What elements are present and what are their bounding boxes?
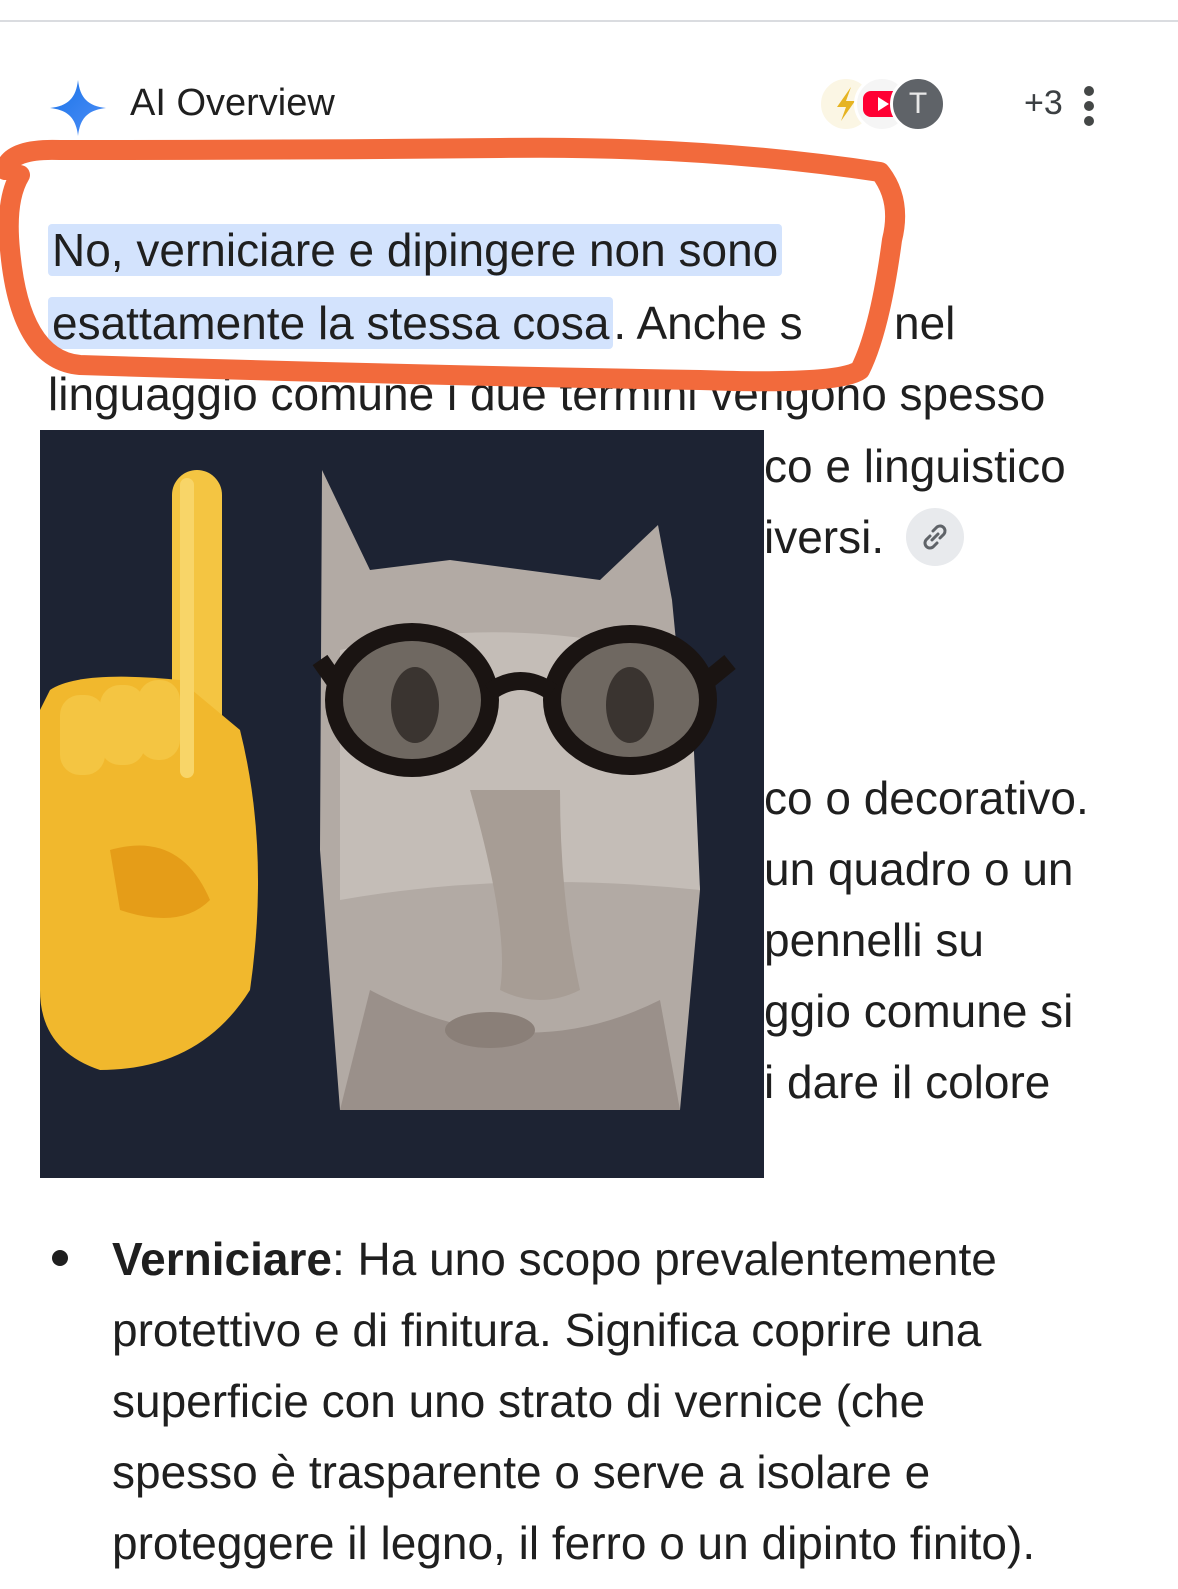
text-fragment: iversi.: [764, 511, 885, 563]
answer-line-2: esattamente la stessa cosa. Anche s: [48, 288, 803, 359]
bullet-point: [52, 1250, 68, 1266]
meme-overlay-image: [40, 430, 764, 1178]
answer-line-1: No, verniciare e dipingere non sono: [48, 215, 783, 286]
text-fragment: co e linguistico: [764, 440, 1066, 492]
bullet-line: superficie con uno strato di vernice (ch…: [112, 1375, 926, 1427]
bullet-line: proteggere il legno, il ferro o un dipin…: [112, 1517, 1036, 1569]
source-avatars[interactable]: T: [818, 74, 1018, 138]
text-fragment: un quadro o un: [764, 843, 1074, 895]
highlighted-answer-2: esattamente la stessa cosa: [48, 297, 614, 349]
text-fragment: pennelli su: [764, 914, 984, 966]
link-icon: [923, 524, 947, 550]
citation-link-button[interactable]: [906, 508, 964, 566]
source-avatar-letter: T: [890, 76, 946, 132]
answer-line-3: linguaggio comune i due termini vengono …: [48, 368, 1046, 420]
answer-text-tail: . Anche s: [613, 297, 803, 349]
bullet-term: Verniciare: [112, 1233, 332, 1285]
highlighted-answer-1: No, verniciare e dipingere non sono: [48, 224, 783, 276]
ai-overview-header: AI Overview T +3: [48, 74, 1128, 136]
top-divider: [0, 20, 1178, 22]
bullet-line: spesso è trasparente o serve a isolare e: [112, 1446, 931, 1498]
text-fragment: ggio comune si: [764, 985, 1074, 1037]
text-fragment: co o decorativo.: [764, 772, 1089, 824]
more-options-icon[interactable]: [1074, 84, 1104, 128]
text-fragment: i dare il colore: [764, 1056, 1051, 1108]
gemini-sparkle-icon: [50, 80, 106, 136]
bullet-verniciare: Verniciare: Ha uno scopo prevalentemente…: [112, 1224, 1152, 1579]
more-sources-count[interactable]: +3: [1024, 84, 1063, 123]
ai-overview-title: AI Overview: [130, 82, 335, 124]
answer-text-fragment: nel: [894, 297, 956, 349]
bullet-line: protettivo e di finitura. Significa copr…: [112, 1304, 982, 1356]
bullet-line: : Ha uno scopo prevalentemente: [331, 1233, 997, 1285]
